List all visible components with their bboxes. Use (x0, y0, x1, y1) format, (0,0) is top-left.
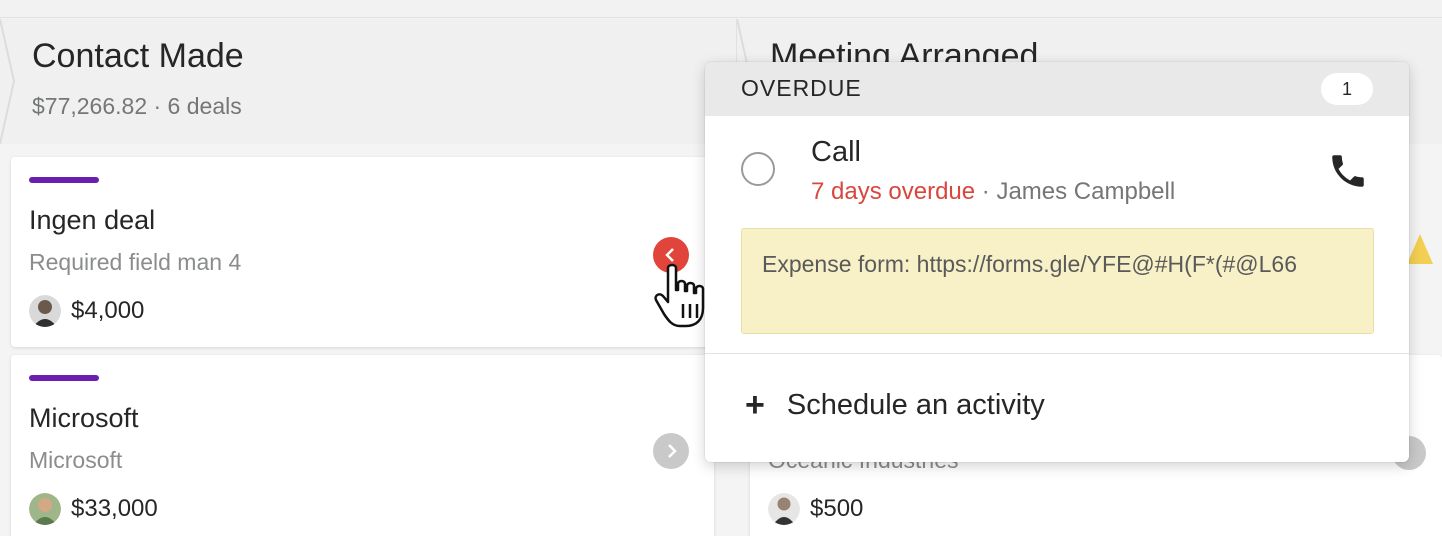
deal-subtitle: Microsoft (29, 447, 123, 473)
deal-value: $33,000 (71, 495, 158, 522)
stage-summary: $77,266.82 · 6 deals (32, 93, 242, 119)
activity-note: Expense form: https://forms.gle/YFE@#H(F… (741, 228, 1374, 334)
deal-label-bar (29, 177, 99, 183)
top-bar (0, 0, 1442, 18)
stage-chevron-icon (0, 19, 16, 144)
activity-person[interactable]: James Campbell (996, 178, 1175, 205)
deal-title: Microsoft (29, 403, 139, 433)
activity-status-button[interactable] (653, 433, 689, 469)
activity-title[interactable]: Call (811, 136, 861, 169)
deal-card[interactable]: Ingen deal Required field man 4 $4,000 (11, 157, 714, 347)
mark-done-checkbox[interactable] (741, 152, 775, 186)
warning-icon (1407, 234, 1433, 264)
activities-popover: OVERDUE 1 Call 7 days overdue · James Ca… (705, 62, 1409, 462)
meta-separator: · (975, 178, 997, 205)
avatar (29, 295, 61, 327)
overdue-text: 7 days overdue (811, 178, 976, 205)
avatar (29, 493, 61, 525)
stage-title: Contact Made (32, 37, 244, 75)
deal-value-row: $33,000 (29, 493, 158, 525)
deal-title: Ingen deal (29, 205, 156, 235)
deal-value: $4,000 (71, 297, 145, 324)
phone-icon (1332, 155, 1364, 187)
avatar (768, 493, 800, 525)
chevron-right-icon (668, 444, 677, 458)
deal-value-row: $500 (768, 493, 863, 525)
stage-header-contact-made: Contact Made $77,266.82 · 6 deals (0, 19, 737, 144)
overdue-count-badge: 1 (1321, 73, 1373, 105)
schedule-activity-button[interactable]: + Schedule an activity (745, 388, 1045, 422)
deal-value-row: $4,000 (29, 295, 144, 327)
deal-label-bar (29, 375, 99, 381)
deal-subtitle: Required field man 4 (29, 249, 242, 275)
overdue-label: OVERDUE (741, 75, 862, 101)
activity-meta: 7 days overdue · James Campbell (811, 178, 1175, 206)
schedule-activity-label: Schedule an activity (786, 388, 1045, 421)
plus-icon: + (745, 386, 765, 424)
pointer-hand-icon (654, 263, 705, 328)
divider (705, 353, 1409, 354)
popover-header: OVERDUE 1 (705, 62, 1409, 116)
deal-card[interactable]: Microsoft Microsoft $33,000 (11, 355, 714, 536)
deal-value: $500 (810, 495, 864, 522)
